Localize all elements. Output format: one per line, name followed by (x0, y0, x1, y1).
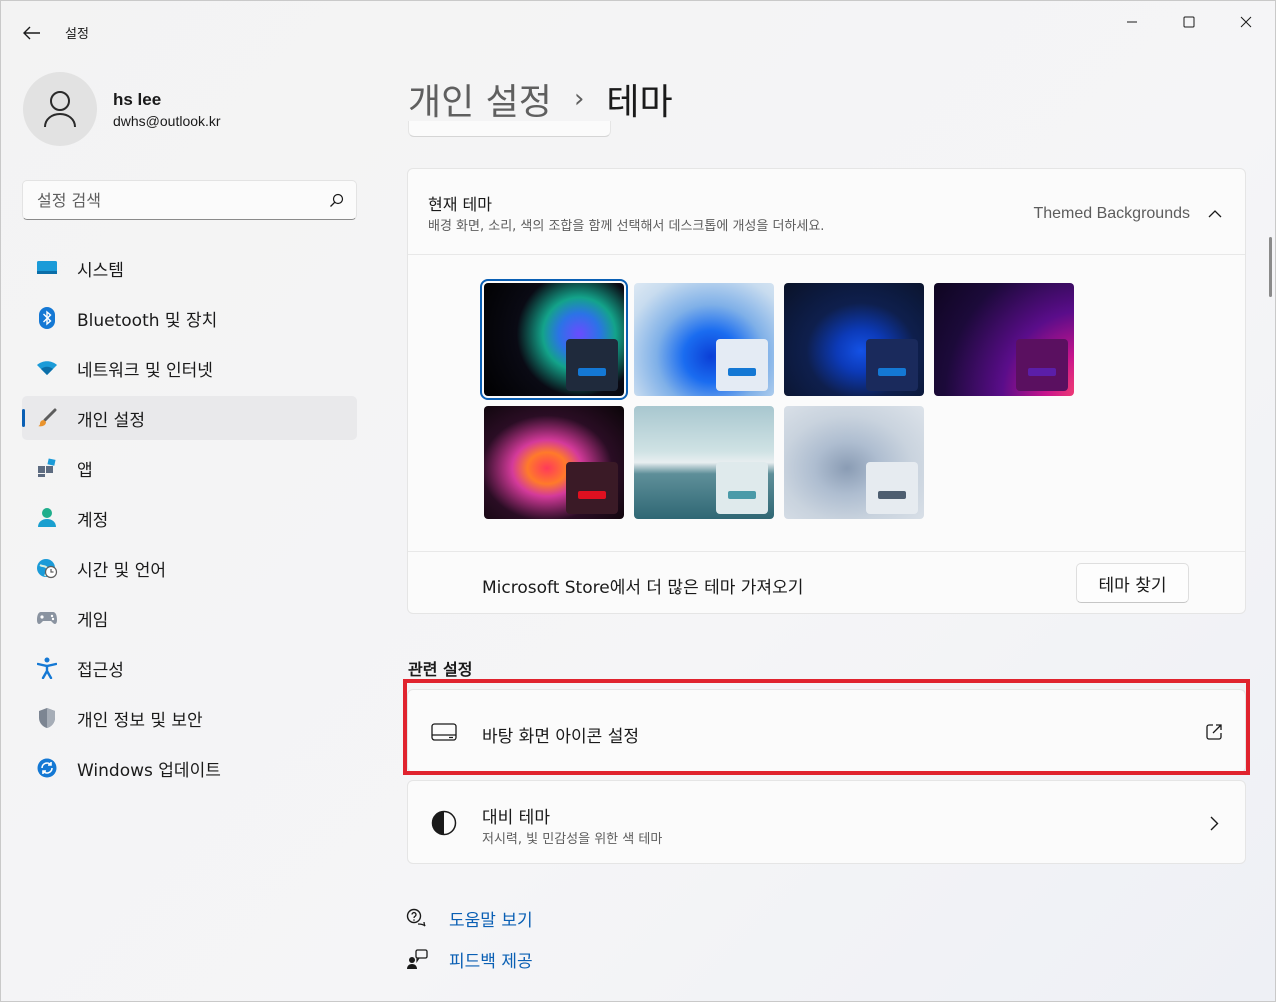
globe-clock-icon (36, 557, 58, 579)
sidebar-item-label: 네트워크 및 인터넷 (77, 360, 213, 381)
sidebar-item-label: Bluetooth 및 장치 (77, 310, 218, 331)
feedback-text: 피드백 제공 (449, 951, 533, 972)
avatar (23, 72, 97, 146)
minimize-icon (1127, 21, 1137, 23)
help-chat-icon (405, 906, 429, 930)
current-theme-card: 현재 테마 배경 화면, 소리, 색의 조합을 함께 선택해서 데스크톱에 개성… (407, 168, 1246, 614)
current-theme-value: Themed Backgrounds (1033, 205, 1190, 222)
sidebar-item-system[interactable]: 시스템 (22, 246, 357, 290)
bluetooth-icon (36, 307, 58, 329)
sidebar-item-label: 시스템 (77, 260, 124, 281)
desktop-icon-settings-title: 바탕 화면 아이콘 설정 (482, 727, 639, 747)
get-help-link[interactable]: 도움말 보기 (405, 905, 533, 931)
sidebar-item-label: 개인 설정 (77, 410, 145, 431)
theme-thumbnail-5[interactable] (484, 406, 624, 519)
settings-window: 설정 hs lee dwhs@outlook.kr 시스템 (0, 0, 1276, 1002)
theme-thumbnail-6[interactable] (634, 406, 774, 519)
profile-email: dwhs@outlook.kr (113, 112, 221, 129)
page-title: 테마 (606, 82, 673, 123)
sidebar-item-bluetooth[interactable]: Bluetooth 및 장치 (22, 296, 357, 340)
brush-icon (36, 407, 58, 429)
search-input[interactable] (37, 190, 329, 210)
open-external-icon (1203, 721, 1225, 743)
breadcrumb-separator: › (573, 84, 585, 114)
current-theme-header[interactable]: 현재 테마 배경 화면, 소리, 색의 조합을 함께 선택해서 데스크톱에 개성… (408, 169, 1245, 255)
chevron-right-icon (1203, 812, 1225, 834)
sidebar-item-label: 앱 (77, 460, 93, 481)
sidebar-item-privacy[interactable]: 개인 정보 및 보안 (22, 696, 357, 740)
theme-thumbnail-7[interactable] (784, 406, 924, 519)
sidebar-item-network[interactable]: 네트워크 및 인터넷 (22, 346, 357, 390)
sidebar-item-time-language[interactable]: 시간 및 언어 (22, 546, 357, 590)
sidebar-item-label: 개인 정보 및 보안 (77, 710, 203, 731)
wifi-icon (36, 357, 58, 379)
sidebar-item-accounts[interactable]: 계정 (22, 496, 357, 540)
collapse-button[interactable] (1205, 203, 1225, 223)
sidebar-item-personalization[interactable]: 개인 설정 (22, 396, 357, 440)
theme-thumbnail-1[interactable] (480, 279, 628, 400)
sidebar-item-label: 계정 (77, 510, 109, 531)
get-help-text: 도움말 보기 (449, 910, 533, 931)
back-button[interactable] (15, 19, 49, 47)
search-icon (330, 193, 344, 207)
app-title: 설정 (65, 27, 89, 42)
sidebar-item-label: Windows 업데이트 (77, 760, 221, 781)
maximize-button[interactable] (1166, 7, 1212, 37)
close-button[interactable] (1223, 7, 1269, 37)
browse-themes-button[interactable]: 테마 찾기 (1076, 563, 1189, 603)
contrast-themes-subtitle: 저시력, 빛 민감성을 위한 색 테마 (482, 832, 663, 847)
sidebar-nav: 시스템 Bluetooth 및 장치 네트워크 및 인터넷 개인 설정 앱 계정… (22, 246, 357, 796)
store-row: Microsoft Store에서 더 많은 테마 가져오기 테마 찾기 (408, 551, 1245, 614)
title-bar: 설정 (1, 1, 1275, 63)
sidebar-item-label: 시간 및 언어 (77, 560, 167, 581)
sidebar-item-label: 접근성 (77, 660, 124, 681)
user-profile[interactable]: hs lee dwhs@outlook.kr (23, 72, 221, 146)
desktop-icon (430, 718, 458, 746)
update-icon (36, 757, 58, 779)
sidebar-item-label: 게임 (77, 610, 109, 631)
current-theme-description: 배경 화면, 소리, 색의 조합을 함께 선택해서 데스크톱에 개성을 더하세요… (428, 219, 825, 234)
shield-icon (36, 707, 58, 729)
scrollbar[interactable] (1269, 237, 1272, 297)
theme-gallery (480, 279, 1084, 523)
breadcrumb: 개인 설정 › 테마 (408, 73, 673, 125)
person-icon (44, 91, 76, 128)
contrast-themes-row[interactable]: 대비 테마 저시력, 빛 민감성을 위한 색 테마 (407, 780, 1246, 864)
theme-thumbnail-3[interactable] (784, 283, 924, 396)
theme-thumbnail-2[interactable] (634, 283, 774, 396)
chevron-up-icon (1208, 209, 1222, 217)
accessibility-icon (36, 657, 58, 679)
search-box[interactable] (22, 180, 357, 220)
profile-name: hs lee (113, 89, 162, 109)
gamepad-icon (36, 607, 58, 629)
account-icon (36, 507, 58, 529)
sidebar-item-windows-update[interactable]: Windows 업데이트 (22, 746, 357, 790)
apps-icon (36, 457, 58, 479)
breadcrumb-parent[interactable]: 개인 설정 (408, 73, 552, 125)
current-theme-title: 현재 테마 (428, 195, 492, 214)
feedback-link[interactable]: 피드백 제공 (405, 946, 533, 972)
theme-thumbnail-4[interactable] (934, 283, 1074, 396)
back-arrow-icon (23, 26, 40, 40)
monitor-icon (36, 257, 58, 279)
store-text: Microsoft Store에서 더 많은 테마 가져오기 (482, 578, 804, 598)
sidebar-item-apps[interactable]: 앱 (22, 446, 357, 490)
close-icon (1240, 16, 1252, 28)
sidebar-item-gaming[interactable]: 게임 (22, 596, 357, 640)
related-settings-title: 관련 설정 (408, 660, 473, 679)
desktop-icon-settings-row[interactable]: 바탕 화면 아이콘 설정 (407, 689, 1246, 773)
contrast-themes-title: 대비 테마 (482, 808, 550, 828)
help-links: 도움말 보기 피드백 제공 (405, 905, 533, 987)
scrolled-content-edge (408, 121, 611, 137)
maximize-icon (1183, 16, 1195, 28)
feedback-icon (405, 947, 429, 971)
sidebar-item-accessibility[interactable]: 접근성 (22, 646, 357, 690)
minimize-button[interactable] (1109, 7, 1155, 37)
contrast-icon (430, 809, 458, 837)
